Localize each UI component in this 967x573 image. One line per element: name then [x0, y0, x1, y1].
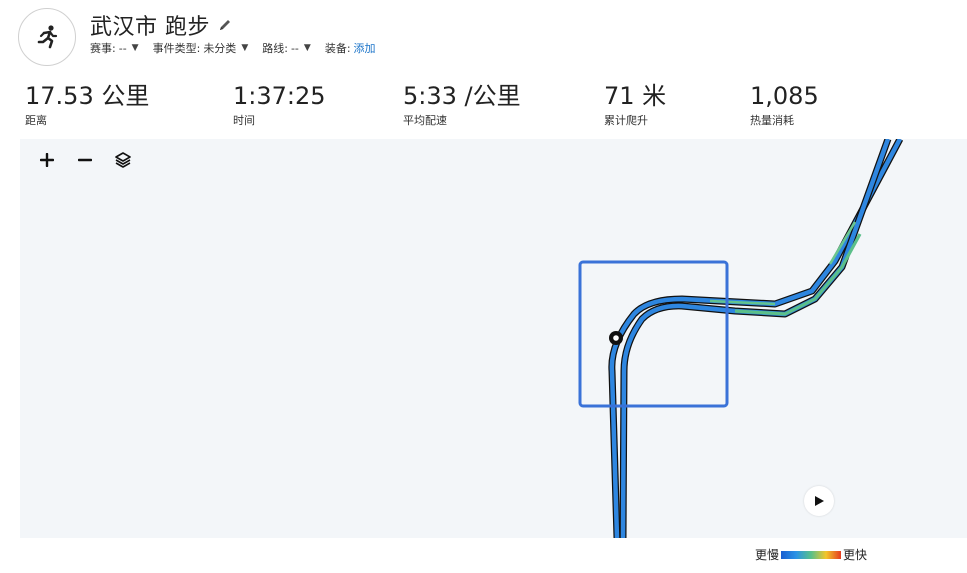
- elevation-label: 累计爬升: [604, 114, 648, 127]
- activity-title[interactable]: 武汉市 跑步: [90, 9, 210, 41]
- route-dropdown[interactable]: 路线: -- ▼: [262, 40, 311, 56]
- running-person-icon: [37, 25, 58, 49]
- add-gear-link[interactable]: 添加: [354, 40, 376, 56]
- calories-label: 热量消耗: [750, 114, 794, 127]
- race-value: --: [118, 41, 127, 55]
- time-value: 1:37:25: [233, 82, 326, 110]
- selection-box: [578, 260, 729, 408]
- route-label: 路线:: [262, 42, 288, 55]
- play-icon: [815, 496, 824, 506]
- race-dropdown[interactable]: 赛事: -- ▼: [90, 40, 139, 56]
- distance-value: 17.53 公里: [25, 82, 150, 110]
- activity-avatar: [18, 8, 76, 66]
- activity-meta: 赛事: -- ▼ 事件类型: 未分类 ▼ 路线: -- ▼ 装备: 添加: [90, 40, 390, 56]
- event-type-value: 未分类: [203, 42, 237, 55]
- gear-label: 装备:: [324, 42, 351, 55]
- race-label: 赛事:: [90, 42, 116, 55]
- route-track: [578, 139, 904, 538]
- calories-value: 1,085: [750, 82, 819, 110]
- caret-down-icon: ▼: [241, 43, 249, 53]
- stat-calories: 1,085 热量消耗: [750, 83, 819, 128]
- pencil-icon[interactable]: [218, 17, 234, 33]
- stat-distance: 17.53 公里 距离: [25, 83, 149, 128]
- play-button[interactable]: [804, 486, 834, 516]
- event-type-dropdown[interactable]: 事件类型: 未分类 ▼: [153, 40, 249, 56]
- zoom-out-button[interactable]: [70, 145, 100, 175]
- distance-label: 距离: [25, 114, 47, 127]
- event-type-label: 事件类型:: [152, 42, 201, 55]
- minus-icon: [78, 158, 92, 162]
- pace-gradient-bar: [781, 550, 842, 559]
- time-label: 时间: [233, 114, 255, 127]
- stat-elevation: 71 米 累计爬升: [604, 83, 666, 128]
- route-map[interactable]: [20, 139, 967, 538]
- route-value: --: [290, 41, 299, 55]
- caret-down-icon: ▼: [303, 43, 311, 53]
- pace-value: 5:33 /公里: [403, 82, 521, 110]
- gear-field: 装备: 添加: [325, 40, 376, 56]
- layers-icon: [115, 152, 131, 168]
- legend-faster-label: 更快: [843, 548, 868, 562]
- legend-slower-label: 更慢: [755, 548, 780, 562]
- pace-label: 平均配速: [403, 114, 447, 127]
- layers-button[interactable]: [108, 145, 138, 175]
- elevation-value: 71 米: [604, 82, 667, 110]
- pace-legend: 更慢 更快: [755, 546, 867, 563]
- activity-header: 武汉市 跑步 赛事: -- ▼ 事件类型: 未分类 ▼ 路线: -- ▼ 装备:…: [18, 8, 958, 66]
- plus-icon: [40, 153, 54, 167]
- stat-pace: 5:33 /公里 平均配速: [403, 83, 521, 128]
- stats-summary: 17.53 公里 距离 1:37:25 时间 5:33 /公里 平均配速 71 …: [25, 83, 925, 127]
- title-row: 武汉市 跑步: [90, 9, 234, 41]
- caret-down-icon: ▼: [131, 43, 139, 53]
- zoom-in-button[interactable]: [32, 145, 62, 175]
- stat-time: 1:37:25 时间: [233, 83, 326, 128]
